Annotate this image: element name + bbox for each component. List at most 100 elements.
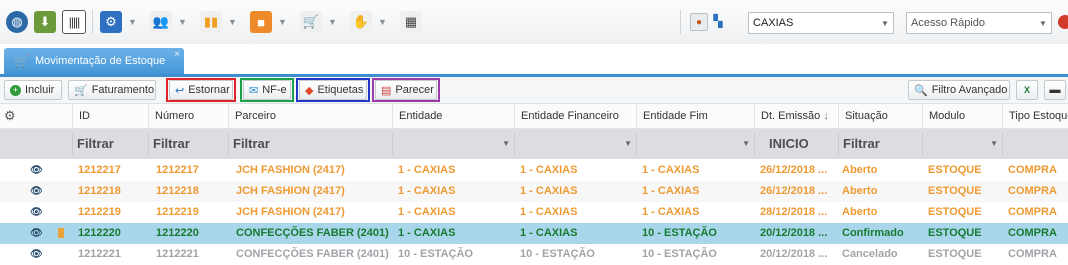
cell-dt: 20/12/2018 ...	[760, 248, 828, 260]
chat-icon[interactable]: ▚	[710, 13, 726, 29]
cell-situacao: Aberto	[842, 206, 878, 218]
faturamento-button[interactable]: 🛒 Faturamento	[68, 80, 156, 100]
col-modulo[interactable]: Modulo	[922, 104, 1002, 128]
nfe-button[interactable]: ✉ NF-e	[243, 80, 291, 100]
cell-numero: 1212219	[156, 206, 199, 218]
eye-icon[interactable]: 👁	[30, 202, 43, 223]
cell-tipo: COMPRA	[1008, 164, 1057, 176]
filter-entidade[interactable]: ▼	[392, 133, 514, 155]
gear-icon[interactable]: ⚙	[4, 108, 16, 124]
estornar-button[interactable]: ↩ Estornar	[169, 80, 233, 100]
tab-movimentacao-estoque[interactable]: 🛒 Movimentação de Estoque ×	[4, 48, 184, 74]
col-id[interactable]: ID	[72, 104, 148, 128]
parecer-button[interactable]: ▤ Parecer	[375, 80, 437, 100]
settings-menu-button[interactable]: ⚙ ▼	[100, 8, 137, 36]
filter-modulo[interactable]: ▼	[922, 133, 1002, 155]
filter-entidade-financeiro[interactable]: ▼	[514, 133, 636, 155]
cell-situacao: Confirmado	[842, 227, 904, 239]
alert-icon[interactable]	[1058, 15, 1068, 29]
cell-modulo: ESTOQUE	[928, 248, 982, 260]
download-box-icon: ⬇	[34, 11, 56, 33]
cell-entidade-fin: 1 - CAXIAS	[520, 185, 578, 197]
chevron-down-icon: ▼	[742, 139, 750, 148]
chevron-down-icon: ▼	[128, 17, 137, 27]
etiquetas-button[interactable]: ◆ Etiquetas	[299, 80, 367, 100]
filter-tipo-estoque[interactable]	[1002, 133, 1068, 155]
table-row[interactable]: 👁 1212218 1212218 JCH FASHION (2417) 1 - CAX…	[0, 181, 1068, 202]
eye-icon[interactable]: 👁	[30, 181, 43, 202]
nfe-label: NF-e	[262, 84, 287, 96]
cell-numero: 1212220	[156, 227, 199, 239]
filter-numero[interactable]: Filtrar	[148, 133, 228, 155]
calendar-button[interactable]: ▦	[400, 8, 422, 36]
incluir-button[interactable]: + Incluir	[4, 80, 62, 100]
estornar-label: Estornar	[188, 84, 230, 96]
chevron-down-icon: ▼	[278, 17, 287, 27]
filter-id[interactable]: Filtrar	[72, 133, 148, 155]
close-icon[interactable]: ×	[174, 49, 180, 60]
col-entidade[interactable]: Entidade	[392, 104, 514, 128]
incluir-label: Incluir	[25, 84, 55, 96]
filter-parceiro[interactable]: Filtrar	[228, 133, 392, 155]
filter-dt-emissao[interactable]: INICIO	[754, 133, 838, 155]
handshake-icon: ✋	[350, 11, 372, 33]
undo-arrow-icon: ↩	[175, 84, 185, 97]
cell-tipo: COMPRA	[1008, 227, 1057, 239]
cell-modulo: ESTOQUE	[928, 164, 982, 176]
cell-entidade-fin: 1 - CAXIAS	[520, 227, 578, 239]
grid-header: ⚙ ID Número Parceiro Entidade Entidade F…	[0, 104, 1068, 129]
barcode-button[interactable]: |||||	[62, 8, 86, 36]
table-row[interactable]: 👁 1212217 1212217 JCH FASHION (2417) 1 - CAX…	[0, 160, 1068, 181]
chevron-down-icon: ▼	[228, 17, 237, 27]
cell-dt: 28/12/2018 ...	[760, 206, 828, 218]
tag-icon: ◆	[305, 84, 314, 97]
reports-menu-button[interactable]: ▮▮ ▼	[200, 8, 237, 36]
print-button[interactable]: ▬	[1044, 80, 1066, 100]
user-icon[interactable]: ●	[690, 13, 708, 31]
col-entidade-fim[interactable]: Entidade Fim	[636, 104, 754, 128]
quick-access-select[interactable]: Acesso Rápido ▼	[906, 12, 1052, 34]
cell-entidade: 1 - CAXIAS	[398, 164, 456, 176]
faturamento-label: Faturamento	[91, 84, 155, 96]
handshake-menu-button[interactable]: ✋ ▼	[350, 8, 387, 36]
filter-situacao[interactable]: Filtrar	[838, 133, 922, 155]
location-value: CAXIAS	[753, 17, 794, 29]
location-select[interactable]: CAXIAS ▼	[748, 12, 894, 34]
cell-entidade: 1 - CAXIAS	[398, 227, 456, 239]
cell-modulo: ESTOQUE	[928, 206, 982, 218]
cart-icon: 🛒	[300, 11, 322, 33]
cell-dt: 20/12/2018 ...	[760, 227, 828, 239]
nfe-icon: ✉	[249, 84, 259, 97]
eye-icon[interactable]: 👁	[30, 160, 43, 181]
excel-export-button[interactable]: X	[1016, 80, 1038, 100]
table-row[interactable]: 👁 1212221 1212221 CONFECÇÕES FABER (2401) 10…	[0, 244, 1068, 265]
cell-tipo: COMPRA	[1008, 248, 1057, 260]
col-situacao[interactable]: Situação	[838, 104, 922, 128]
cell-parceiro: CONFECÇÕES FABER (2401)	[236, 227, 389, 239]
data-grid: ⚙ ID Número Parceiro Entidade Entidade F…	[0, 104, 1068, 260]
cart-menu-button[interactable]: 🛒 ▼	[300, 8, 337, 36]
table-row[interactable]: 👁 1212220 1212220 CONFECÇÕES FABER (2401) 1 …	[0, 223, 1068, 244]
col-numero[interactable]: Número	[148, 104, 228, 128]
col-entidade-financeiro[interactable]: Entidade Financeiro	[514, 104, 636, 128]
col-tipo-estoque[interactable]: Tipo Estoque	[1002, 104, 1068, 128]
people-menu-button[interactable]: 👥 ▼	[150, 8, 187, 36]
eye-icon[interactable]: 👁	[30, 223, 43, 244]
people-icon: 👥	[150, 11, 172, 33]
cell-entidade-fim: 10 - ESTAÇÃO	[642, 227, 717, 239]
filtro-avancado-button[interactable]: 🔍 Filtro Avançado	[908, 80, 1010, 100]
cell-situacao: Aberto	[842, 164, 878, 176]
parecer-icon: ▤	[381, 84, 392, 97]
eye-icon[interactable]: 👁	[30, 244, 43, 265]
col-parceiro[interactable]: Parceiro	[228, 104, 392, 128]
download-button[interactable]: ⬇	[34, 8, 56, 36]
cell-parceiro: JCH FASHION (2417)	[236, 206, 345, 218]
box-menu-button[interactable]: ■ ▼	[250, 8, 287, 36]
table-row[interactable]: 👁 1212219 1212219 JCH FASHION (2417) 1 - CAX…	[0, 202, 1068, 223]
globe-menu-button[interactable]: ◍	[6, 8, 28, 36]
chevron-down-icon: ▼	[502, 139, 510, 148]
cart-icon: 🛒	[74, 84, 88, 97]
cell-id: 1212218	[78, 185, 121, 197]
col-dt-emissao[interactable]: Dt. Emissão ↓	[754, 104, 838, 128]
filter-entidade-fim[interactable]: ▼	[636, 133, 754, 155]
